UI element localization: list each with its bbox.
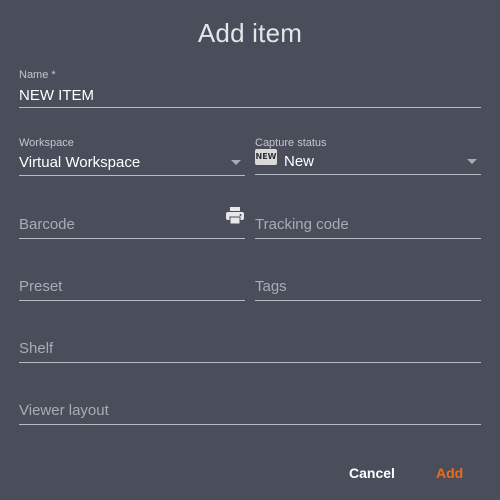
tracking-code-underline (255, 238, 481, 239)
add-item-dialog: Add item Name * NEW ITEM Workspace Virtu… (0, 0, 500, 500)
tracking-code-placeholder: Tracking code (255, 216, 349, 233)
viewer-layout-underline (19, 424, 481, 425)
shelf-placeholder: Shelf (19, 340, 54, 357)
workspace-select[interactable]: Workspace Virtual Workspace (19, 137, 245, 177)
workspace-underline (19, 175, 245, 176)
workspace-value: Virtual Workspace (19, 154, 141, 171)
preset-underline (19, 300, 245, 301)
barcode-field[interactable]: Barcode (19, 205, 245, 241)
preset-field[interactable]: Preset (19, 267, 245, 303)
printer-icon[interactable] (225, 207, 245, 225)
tags-field[interactable]: Tags (255, 267, 481, 303)
capture-status-underline (255, 174, 481, 175)
workspace-label: Workspace (19, 137, 74, 149)
tags-placeholder: Tags (255, 278, 287, 295)
name-underline (19, 107, 481, 108)
add-button[interactable]: Add (436, 465, 463, 481)
tracking-code-field[interactable]: Tracking code (255, 205, 481, 241)
name-label: Name * (19, 69, 56, 81)
capture-status-label: Capture status (255, 137, 327, 149)
tags-underline (255, 300, 481, 301)
capture-status-value: New (284, 153, 315, 170)
name-value[interactable]: NEW ITEM (19, 87, 94, 104)
barcode-placeholder: Barcode (19, 216, 75, 233)
chevron-down-icon[interactable] (467, 159, 477, 164)
name-field[interactable]: Name * NEW ITEM (19, 69, 481, 109)
viewer-layout-field[interactable]: Viewer layout (19, 391, 481, 427)
new-badge-icon: NEW (255, 149, 277, 165)
shelf-underline (19, 362, 481, 363)
capture-status-select[interactable]: Capture status NEW New (255, 137, 481, 177)
chevron-down-icon[interactable] (231, 160, 241, 165)
cancel-button[interactable]: Cancel (349, 465, 395, 481)
viewer-layout-placeholder: Viewer layout (19, 402, 109, 419)
preset-placeholder: Preset (19, 278, 63, 295)
dialog-title: Add item (197, 18, 303, 48)
shelf-field[interactable]: Shelf (19, 329, 481, 365)
barcode-underline (19, 238, 245, 239)
